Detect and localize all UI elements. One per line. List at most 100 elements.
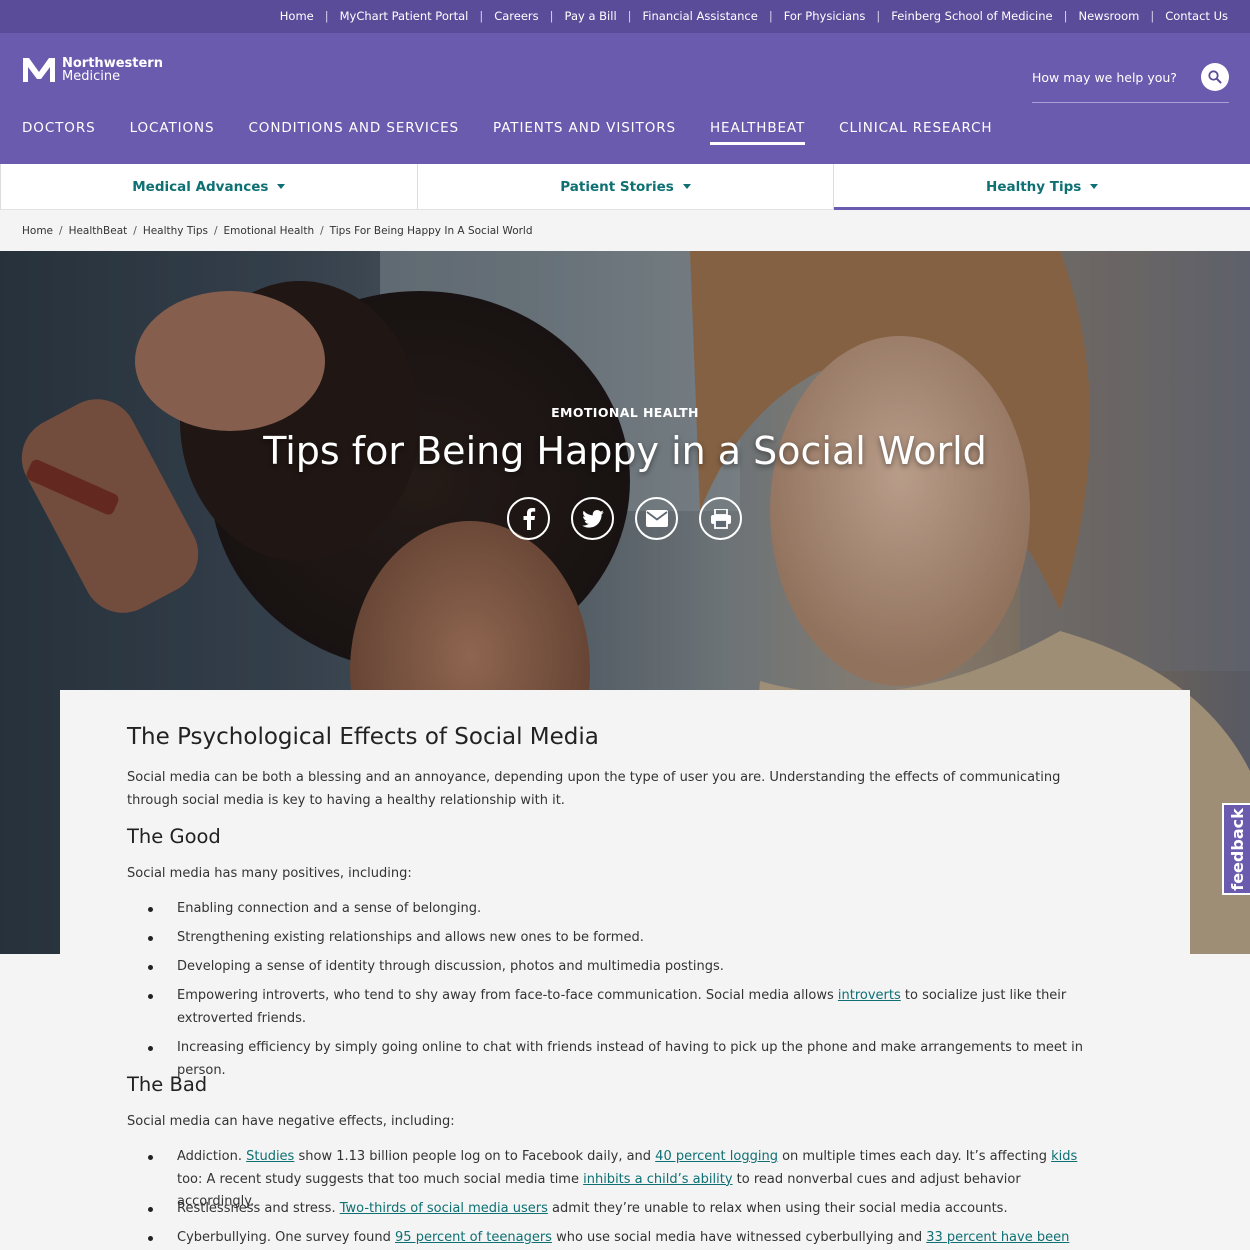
utility-link[interactable]: Home [280, 9, 314, 23]
email-icon [645, 510, 668, 527]
share-twitter-button[interactable] [571, 497, 614, 540]
divider: | [1063, 9, 1068, 23]
share-print-button[interactable] [699, 497, 742, 540]
utility-link[interactable]: | Careers [468, 9, 538, 23]
utility-link-label[interactable]: MyChart Patient Portal [340, 9, 469, 23]
search-box [1032, 63, 1229, 103]
list-item-text: who use social media have witnessed cybe… [551, 1230, 927, 1245]
list-item-text: too: A recent study suggests that too mu… [177, 1171, 584, 1187]
twitter-icon [581, 509, 604, 528]
list-item-text: Restlessness and stress. [177, 1201, 340, 1216]
studies-link[interactable]: Studies [246, 1149, 294, 1164]
search-input[interactable] [1032, 70, 1192, 85]
utility-link[interactable]: | Contact Us [1139, 9, 1228, 23]
breadcrumb-item[interactable]: HealthBeat [69, 225, 128, 237]
facebook-icon [523, 507, 535, 530]
tab-patient-stories[interactable]: Patient Stories [416, 164, 834, 209]
list-item-text: Addiction. [177, 1149, 247, 1164]
page-title: Tips for Being Happy in a Social World [263, 429, 987, 473]
logo-text: Northwestern Medicine [62, 57, 163, 83]
caret-down-icon [277, 184, 286, 189]
article-intro: Social media can be both a blessing and … [127, 770, 1061, 808]
list-item-text: Strengthening existing relationships and… [177, 930, 644, 945]
teenagers-link[interactable]: 95 percent of teenagers [395, 1230, 552, 1245]
divider: | [1150, 9, 1155, 23]
divider: | [549, 9, 554, 23]
list-item: Developing a sense of identity through d… [127, 956, 1102, 979]
list-item-text: show 1.13 billion people log on to Faceb… [294, 1149, 656, 1164]
utility-link[interactable]: | Pay a Bill [539, 9, 617, 23]
logo[interactable]: Northwestern Medicine [22, 57, 163, 83]
tab-label: Patient Stories [560, 178, 674, 195]
tab-medical-advances[interactable]: Medical Advances [0, 164, 417, 209]
utility-link-label[interactable]: Home [280, 9, 314, 23]
list-item: Strengthening existing relationships and… [127, 927, 1102, 950]
utility-link-label[interactable]: Careers [494, 9, 538, 23]
tab-label: Healthy Tips [986, 178, 1082, 195]
introverts-link[interactable]: introverts [838, 988, 901, 1003]
forty-percent-link[interactable]: 40 percent logging [655, 1149, 778, 1164]
tab-healthy-tips[interactable]: Healthy Tips [833, 164, 1250, 210]
utility-link[interactable]: | MyChart Patient Portal [314, 9, 469, 23]
breadcrumb-item[interactable]: Healthy Tips [143, 225, 208, 237]
share-buttons [507, 497, 763, 540]
list-item-text: admit they’re unable to relax when using… [547, 1201, 1008, 1216]
caret-down-icon [1090, 184, 1099, 189]
utility-link-label[interactable]: Contact Us [1165, 9, 1228, 23]
divider: | [479, 9, 484, 23]
list-item-text: on multiple times each day. It’s affecti… [777, 1149, 1052, 1164]
utility-link[interactable]: | Newsroom [1053, 9, 1140, 23]
tab-label: Medical Advances [132, 178, 269, 195]
breadcrumb-item[interactable]: Emotional Health [224, 225, 315, 237]
breadcrumb-separator: / [133, 225, 137, 237]
list-item: Empowering introverts, who tend to shy a… [127, 985, 1102, 1030]
list-item-text: Increasing efficiency by simply going on… [177, 1040, 1083, 1078]
search-button[interactable] [1201, 63, 1229, 91]
hero-category: EMOTIONAL HEALTH [551, 405, 699, 420]
feedback-tab[interactable]: feedback [1222, 803, 1250, 895]
share-facebook-button[interactable] [507, 497, 550, 540]
childs-ability-link[interactable]: inhibits a child’s ability [583, 1172, 732, 1187]
utility-link[interactable]: | Feinberg School of Medicine [865, 9, 1052, 23]
kids-link[interactable]: kids [1051, 1149, 1077, 1164]
list-item-text: Enabling connection and a sense of belon… [177, 901, 482, 916]
share-email-button[interactable] [635, 497, 678, 540]
nav-item-patients-and-visitors[interactable]: PATIENTS AND VISITORS [493, 120, 676, 145]
utility-link-label[interactable]: Feinberg School of Medicine [891, 9, 1052, 23]
nav-item-doctors[interactable]: DOCTORS [22, 120, 96, 145]
list-item-text: Developing a sense of identity through d… [177, 959, 724, 974]
list-item: Enabling connection and a sense of belon… [127, 898, 1102, 921]
utility-link[interactable]: | For Physicians [758, 9, 866, 23]
nav-item-conditions-and-services[interactable]: CONDITIONS AND SERVICES [248, 120, 459, 145]
breadcrumb-separator: / [214, 225, 218, 237]
breadcrumb: Home / HealthBeat / Healthy Tips / Emotional H… [22, 225, 533, 237]
breadcrumb-item[interactable]: Home [22, 225, 53, 237]
site-header: Northwestern Medicine DOCTORS LOCATIONS CO… [0, 33, 1250, 164]
two-thirds-link[interactable]: Two-thirds of social media users [340, 1201, 548, 1216]
utility-link-label[interactable]: For Physicians [784, 9, 866, 23]
article-heading: The Psychological Effects of Social Medi… [127, 724, 599, 750]
breadcrumb-separator: / [59, 225, 63, 237]
article-content: The Psychological Effects of Social Medi… [60, 690, 1190, 1250]
utility-link[interactable]: | Financial Assistance [617, 9, 758, 23]
utility-link-label[interactable]: Newsroom [1078, 9, 1139, 23]
list-item-text: Cyberbullying. One survey found [177, 1230, 396, 1245]
nav-item-clinical-research[interactable]: CLINICAL RESEARCH [839, 120, 992, 145]
nav-item-healthbeat[interactable]: HEALTHBEAT [709, 120, 806, 145]
main-nav: DOCTORS LOCATIONS CONDITIONS AND SERVICES P… [22, 120, 1026, 145]
utility-bar: Home | MyChart Patient Portal | Careers | Pay … [0, 0, 1250, 33]
list-item: Increasing efficiency by simply going on… [127, 1037, 1102, 1082]
divider: | [324, 9, 329, 23]
sub-nav: Medical Advances Patient Stories Healthy T… [0, 164, 1250, 210]
divider: | [627, 9, 632, 23]
divider: | [768, 9, 773, 23]
list-item-text: Empowering introverts, who tend to shy a… [177, 988, 838, 1003]
nav-item-locations[interactable]: LOCATIONS [130, 120, 215, 145]
utility-link-label[interactable]: Pay a Bill [565, 9, 617, 23]
print-icon [710, 508, 731, 529]
bad-intro: Social media can have negative effects, … [127, 1114, 455, 1129]
utility-link-label[interactable]: Financial Assistance [643, 9, 758, 23]
utility-nav: Home | MyChart Patient Portal | Careers | Pay … [280, 9, 1228, 23]
search-icon [1208, 70, 1222, 84]
caret-down-icon [682, 184, 691, 189]
